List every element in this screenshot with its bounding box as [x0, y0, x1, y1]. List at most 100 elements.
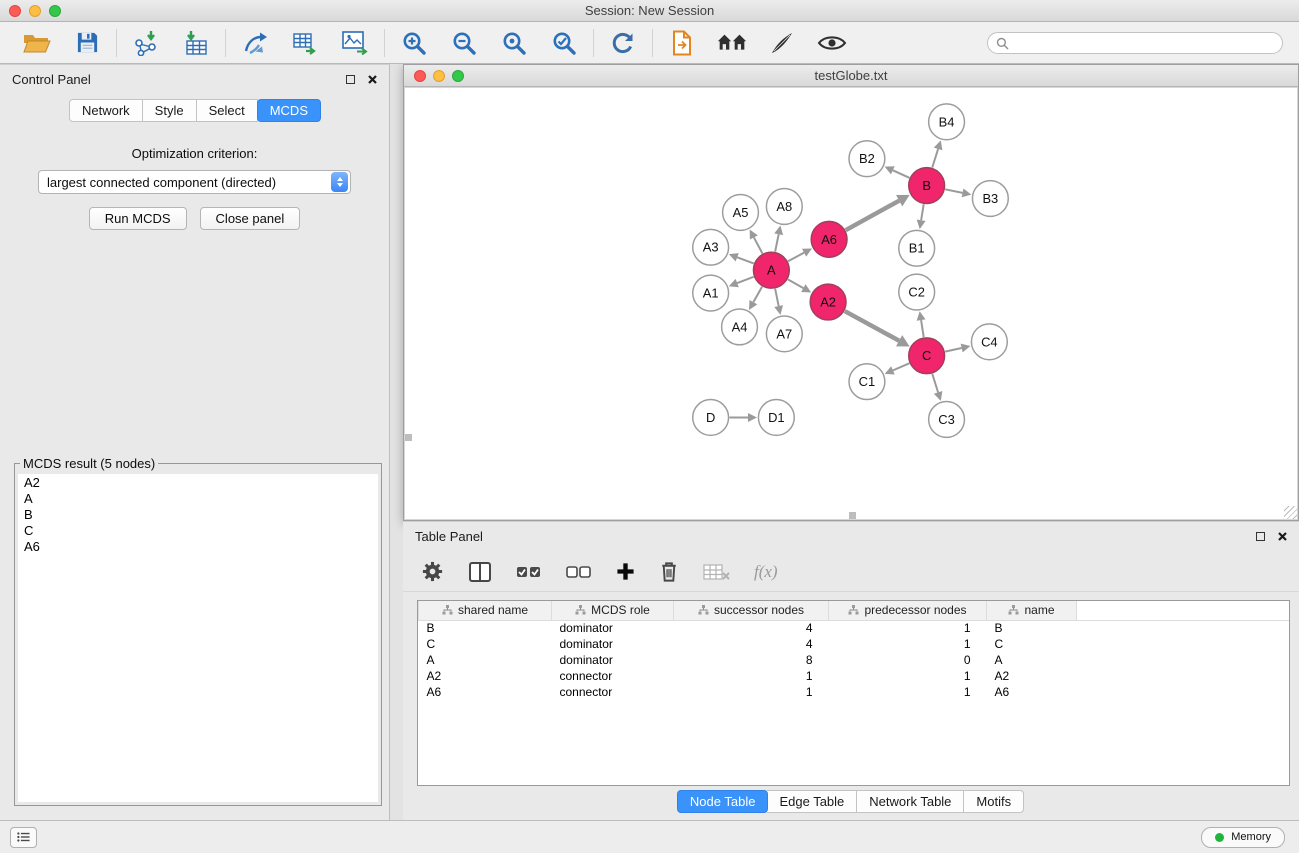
graph-node-B4[interactable]: B4	[929, 104, 965, 140]
graph-node-A[interactable]: A	[753, 252, 789, 288]
graph-node-C4[interactable]: C4	[971, 324, 1007, 360]
graph-node-A5[interactable]: A5	[723, 195, 759, 231]
memory-button[interactable]: Memory	[1201, 827, 1285, 848]
mcds-result-list[interactable]: A2ABCA6	[18, 474, 378, 802]
export-image-button[interactable]	[340, 28, 370, 58]
network-canvas[interactable]: B4B2BB3A8A5A6A3B1AC2A1A2A4A7C4CC1DD1C3	[404, 87, 1298, 520]
node-table-cell[interactable]: C	[419, 636, 552, 652]
node-table-cell[interactable]: A	[419, 652, 552, 668]
delete-table-button[interactable]	[703, 557, 730, 587]
close-panel-button[interactable]: Close panel	[200, 207, 301, 230]
node-table-cell[interactable]: A	[987, 652, 1077, 668]
graph-edge-A-A4[interactable]	[753, 287, 762, 303]
mcds-result-item[interactable]: A	[24, 491, 372, 507]
node-table-cell[interactable]: A2	[987, 668, 1077, 684]
node-table-cell[interactable]: dominator	[552, 636, 674, 652]
graph-edge-B-B4[interactable]	[932, 149, 938, 168]
window-resize-grip[interactable]	[1284, 506, 1297, 519]
node-table-cell[interactable]: 1	[674, 668, 829, 684]
zoom-in-button[interactable]	[399, 28, 429, 58]
node-table-row[interactable]: Adominator80A	[419, 652, 1290, 668]
brush-style-button[interactable]	[767, 28, 797, 58]
run-mcds-button[interactable]: Run MCDS	[89, 207, 187, 230]
annotation-button[interactable]	[667, 28, 697, 58]
save-session-button[interactable]	[72, 28, 102, 58]
open-session-button[interactable]	[22, 28, 52, 58]
create-column-button[interactable]	[616, 557, 635, 587]
graph-node-A8[interactable]: A8	[766, 189, 802, 225]
show-panels-button[interactable]	[10, 827, 37, 848]
graph-edge-A-A1[interactable]	[737, 277, 753, 283]
show-hide-button[interactable]	[817, 28, 847, 58]
zoom-selected-button[interactable]	[549, 28, 579, 58]
node-table-cell[interactable]: dominator	[552, 652, 674, 668]
node-table-cell[interactable]: 1	[829, 620, 987, 636]
tab-edge-table[interactable]: Edge Table	[767, 790, 857, 813]
graph-edge-A-A7[interactable]	[775, 289, 779, 306]
graph-node-A6[interactable]: A6	[811, 221, 847, 257]
graph-node-D[interactable]: D	[693, 400, 729, 436]
node-table-row[interactable]: Cdominator41C	[419, 636, 1290, 652]
tab-network[interactable]: Network	[69, 99, 143, 122]
refresh-view-button[interactable]	[608, 28, 638, 58]
column-header-predecessor-nodes[interactable]: predecessor nodes	[829, 601, 987, 620]
zoom-fit-button[interactable]	[499, 28, 529, 58]
new-network-button[interactable]	[240, 28, 270, 58]
node-table-cell[interactable]: 1	[829, 636, 987, 652]
mcds-result-item[interactable]: C	[24, 523, 372, 539]
show-column-button[interactable]	[468, 557, 492, 587]
column-header-mcds-role[interactable]: MCDS role	[552, 601, 674, 620]
tab-network-table[interactable]: Network Table	[857, 790, 964, 813]
graph-edge-A-A3[interactable]	[737, 257, 753, 263]
graph-edge-B-B2[interactable]	[893, 170, 910, 177]
tab-mcds[interactable]: MCDS	[257, 99, 321, 122]
deselect-all-button[interactable]	[566, 557, 592, 587]
graph-node-A4[interactable]: A4	[722, 309, 758, 345]
node-table-cell[interactable]: 1	[829, 684, 987, 700]
graph-edge-C-C3[interactable]	[932, 374, 938, 393]
mcds-result-item[interactable]: A6	[24, 539, 372, 555]
node-table-cell[interactable]: 4	[674, 620, 829, 636]
graph-edge-C-C2[interactable]	[921, 320, 924, 337]
tab-motifs[interactable]: Motifs	[964, 790, 1024, 813]
select-all-button[interactable]	[516, 557, 542, 587]
node-table-cell[interactable]: A2	[419, 668, 552, 684]
table-settings-button[interactable]	[421, 557, 444, 587]
graph-node-B[interactable]: B	[909, 168, 945, 204]
graph-node-A7[interactable]: A7	[766, 316, 802, 352]
graph-node-A1[interactable]: A1	[693, 275, 729, 311]
graph-node-B1[interactable]: B1	[899, 230, 935, 266]
graph-node-C2[interactable]: C2	[899, 274, 935, 310]
node-table-row[interactable]: A2connector11A2	[419, 668, 1290, 684]
graph-edge-A6-B[interactable]	[846, 201, 900, 230]
graph-edge-A-A6[interactable]	[788, 253, 804, 262]
column-header-name[interactable]: name	[987, 601, 1077, 620]
node-table-cell[interactable]: 1	[674, 684, 829, 700]
search-input[interactable]	[987, 32, 1283, 54]
graph-edge-B-B1[interactable]	[921, 204, 924, 220]
network-window-titlebar[interactable]: testGlobe.txt	[404, 65, 1298, 87]
graph-node-A3[interactable]: A3	[693, 229, 729, 265]
column-header-shared-name[interactable]: shared name	[419, 601, 552, 620]
optimization-criterion-select[interactable]: largest connected component (directed)	[38, 170, 351, 194]
node-table-cell[interactable]: A6	[987, 684, 1077, 700]
node-table-cell[interactable]: dominator	[552, 620, 674, 636]
graph-node-C1[interactable]: C1	[849, 364, 885, 400]
mcds-result-item[interactable]: A2	[24, 475, 372, 491]
tab-node-table[interactable]: Node Table	[677, 790, 769, 813]
graph-edge-A-A2[interactable]	[788, 279, 804, 288]
node-table-row[interactable]: Bdominator41B	[419, 620, 1290, 636]
node-table-cell[interactable]: B	[419, 620, 552, 636]
import-network-button[interactable]	[131, 28, 161, 58]
node-table-cell[interactable]: A6	[419, 684, 552, 700]
close-control-panel-icon[interactable]	[368, 75, 377, 84]
node-table-cell[interactable]: connector	[552, 668, 674, 684]
graph-node-B2[interactable]: B2	[849, 141, 885, 177]
new-table-button[interactable]	[290, 28, 320, 58]
node-table-cell[interactable]: 4	[674, 636, 829, 652]
graph-node-D1[interactable]: D1	[758, 400, 794, 436]
mcds-result-item[interactable]: B	[24, 507, 372, 523]
delete-column-button[interactable]	[659, 557, 679, 587]
function-builder-button[interactable]: f(x)	[754, 562, 778, 582]
graph-node-C[interactable]: C	[909, 338, 945, 374]
